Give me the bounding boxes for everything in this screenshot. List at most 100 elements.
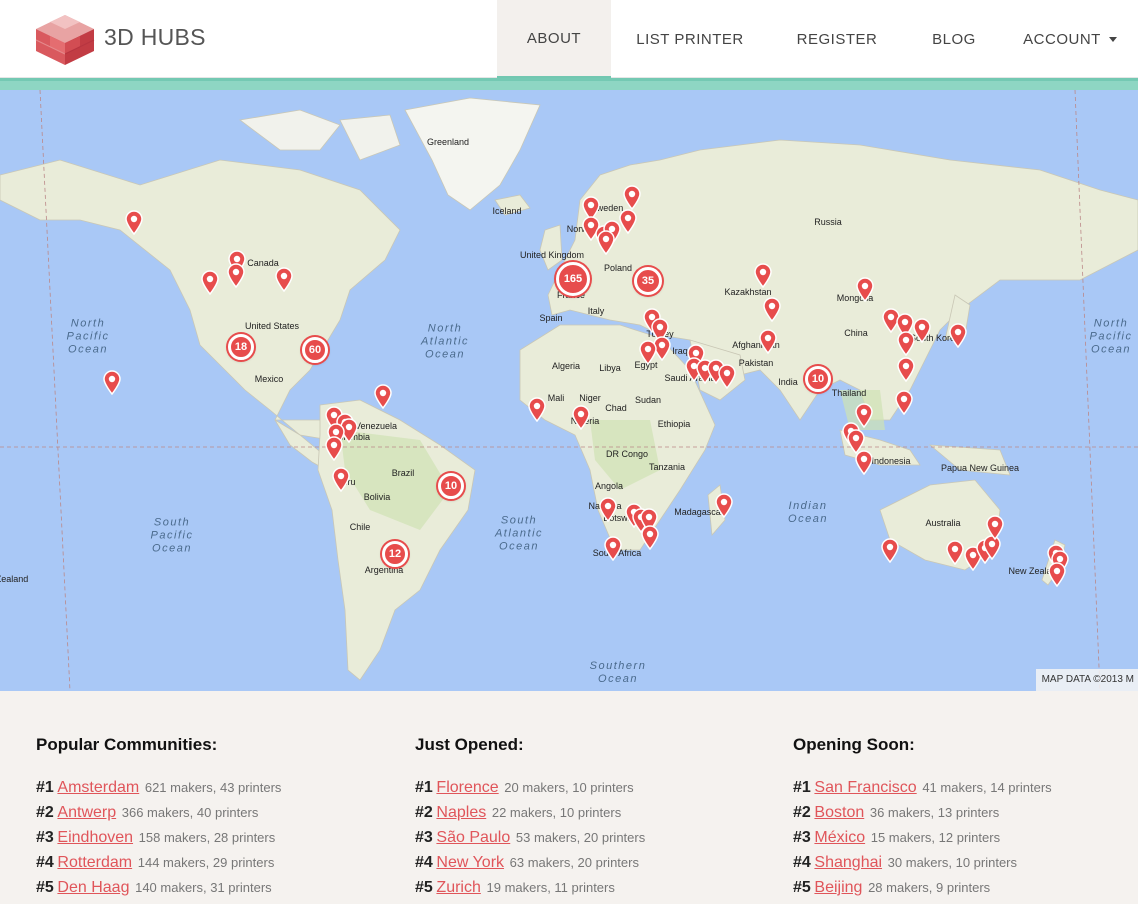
map-label: Indonesia bbox=[871, 456, 911, 466]
map-pin-icon[interactable] bbox=[854, 449, 874, 475]
map-pin-icon[interactable] bbox=[762, 296, 782, 322]
map-cluster[interactable]: 60 bbox=[302, 337, 328, 363]
map-pin-icon[interactable] bbox=[985, 514, 1005, 540]
popular-communities: Popular Communities: #1 Amsterdam 621 ma… bbox=[36, 735, 281, 904]
map-label: Bolivia bbox=[363, 492, 391, 502]
map-pin-icon[interactable] bbox=[758, 328, 778, 354]
nav-register[interactable]: REGISTER bbox=[782, 0, 892, 78]
map-pin-icon[interactable] bbox=[226, 262, 246, 288]
map-pin-icon[interactable] bbox=[527, 396, 547, 422]
map-pin-icon[interactable] bbox=[324, 435, 344, 461]
map-pin-icon[interactable] bbox=[124, 209, 144, 235]
map-pin-icon[interactable] bbox=[638, 339, 658, 365]
map-cluster[interactable]: 35 bbox=[634, 267, 662, 295]
list-item: #5 Zurich 19 makers, 11 printers bbox=[415, 879, 645, 904]
map-label: Italy bbox=[587, 306, 605, 316]
map-label: Thailand bbox=[831, 388, 867, 398]
city-link[interactable]: São Paulo bbox=[436, 829, 510, 846]
map-label: Sudan bbox=[634, 395, 662, 405]
map-label: Spain bbox=[539, 313, 563, 323]
map-pin-icon[interactable] bbox=[274, 266, 294, 292]
3d-hubs-logo-icon[interactable] bbox=[34, 13, 96, 67]
map-pin-icon[interactable] bbox=[640, 524, 660, 550]
city-link[interactable]: Rotterdam bbox=[57, 854, 132, 871]
list-item: #4 New York 63 makers, 20 printers bbox=[415, 854, 645, 879]
nav-account[interactable]: ACCOUNT bbox=[1010, 0, 1130, 78]
list-item: #3 Eindhoven 158 makers, 28 printers bbox=[36, 829, 281, 854]
list-item: #4 Rotterdam 144 makers, 29 printers bbox=[36, 854, 281, 879]
nav-about[interactable]: ABOUT bbox=[497, 0, 611, 80]
map-pin-icon[interactable] bbox=[331, 466, 351, 492]
map-pin-icon[interactable] bbox=[1047, 561, 1067, 587]
city-link[interactable]: Zurich bbox=[436, 879, 480, 896]
city-link[interactable]: New York bbox=[436, 854, 504, 871]
map-label: Brazil bbox=[391, 468, 415, 478]
map-label: Mexico bbox=[254, 374, 284, 384]
cluster-count: 10 bbox=[444, 480, 458, 492]
ocean-label: North Pacific Ocean bbox=[1089, 317, 1133, 356]
nav-list-printer[interactable]: LIST PRINTER bbox=[622, 0, 758, 78]
rank: #3 bbox=[415, 829, 433, 846]
city-stats: 158 makers, 28 printers bbox=[138, 830, 276, 845]
map-label: Ethiopia bbox=[657, 419, 691, 429]
map-label: United States bbox=[244, 321, 300, 331]
map-pin-icon[interactable] bbox=[896, 330, 916, 356]
city-link[interactable]: Boston bbox=[814, 804, 864, 821]
city-link[interactable]: Shanghai bbox=[814, 854, 882, 871]
map-cluster[interactable]: 10 bbox=[805, 366, 831, 392]
map-pin-icon[interactable] bbox=[880, 537, 900, 563]
map-label: China bbox=[844, 328, 868, 338]
map-cluster[interactable]: 12 bbox=[382, 541, 408, 567]
header-accent-bar bbox=[0, 78, 1138, 90]
map-pin-icon[interactable] bbox=[598, 496, 618, 522]
map-pin-icon[interactable] bbox=[855, 276, 875, 302]
map-land-layer bbox=[0, 90, 1138, 691]
map-pin-icon[interactable] bbox=[102, 369, 122, 395]
map-label: Poland bbox=[603, 263, 633, 273]
nav-blog[interactable]: BLOG bbox=[915, 0, 993, 78]
map-cluster[interactable]: 10 bbox=[438, 473, 464, 499]
cluster-count: 10 bbox=[811, 373, 825, 385]
map-pin-icon[interactable] bbox=[753, 262, 773, 288]
city-link[interactable]: Antwerp bbox=[57, 804, 116, 821]
map-cluster[interactable]: 18 bbox=[228, 334, 254, 360]
ocean-label: North Pacific Ocean bbox=[66, 317, 110, 356]
map-attribution[interactable]: MAP DATA ©2013 M bbox=[1035, 669, 1138, 691]
city-link[interactable]: Eindhoven bbox=[57, 829, 133, 846]
map-label: United Kingdom bbox=[519, 250, 585, 260]
map-pin-icon[interactable] bbox=[622, 184, 642, 210]
brand-name[interactable]: 3D HUBS bbox=[104, 24, 206, 51]
list-item: #2 Naples 22 makers, 10 printers bbox=[415, 804, 645, 829]
city-link[interactable]: Amsterdam bbox=[57, 779, 139, 796]
map-label: Australia bbox=[925, 518, 961, 528]
section-title: Popular Communities: bbox=[36, 735, 218, 754]
city-link[interactable]: México bbox=[814, 829, 865, 846]
city-stats: 41 makers, 14 printers bbox=[922, 780, 1052, 795]
city-link[interactable]: Naples bbox=[436, 804, 486, 821]
city-link[interactable]: Beijing bbox=[814, 879, 862, 896]
map-pin-icon[interactable] bbox=[945, 539, 965, 565]
rank: #5 bbox=[36, 879, 54, 896]
list-item: #1 Amsterdam 621 makers, 43 printers bbox=[36, 779, 281, 804]
city-link[interactable]: San Francisco bbox=[814, 779, 916, 796]
map-pin-icon[interactable] bbox=[896, 356, 916, 382]
map-pin-icon[interactable] bbox=[948, 322, 968, 348]
map-pin-icon[interactable] bbox=[714, 492, 734, 518]
map-pin-icon[interactable] bbox=[571, 404, 591, 430]
city-stats: 28 makers, 9 printers bbox=[868, 880, 991, 895]
section-title: Opening Soon: bbox=[793, 735, 915, 754]
city-link[interactable]: Florence bbox=[436, 779, 498, 796]
nav-account-label: ACCOUNT bbox=[1023, 30, 1101, 48]
ocean-label: Indian Ocean bbox=[788, 500, 828, 525]
map-pin-icon[interactable] bbox=[596, 229, 616, 255]
world-map[interactable]: Greenland Iceland Sweden Norway United K… bbox=[0, 90, 1138, 691]
nav-blog-label: BLOG bbox=[932, 30, 976, 48]
map-cluster[interactable]: 165 bbox=[556, 262, 590, 296]
map-pin-icon[interactable] bbox=[717, 363, 737, 389]
map-pin-icon[interactable] bbox=[200, 269, 220, 295]
map-pin-icon[interactable] bbox=[603, 535, 623, 561]
map-pin-icon[interactable] bbox=[373, 383, 393, 409]
map-label: DR Congo bbox=[605, 449, 649, 459]
city-link[interactable]: Den Haag bbox=[57, 879, 129, 896]
map-pin-icon[interactable] bbox=[894, 389, 914, 415]
